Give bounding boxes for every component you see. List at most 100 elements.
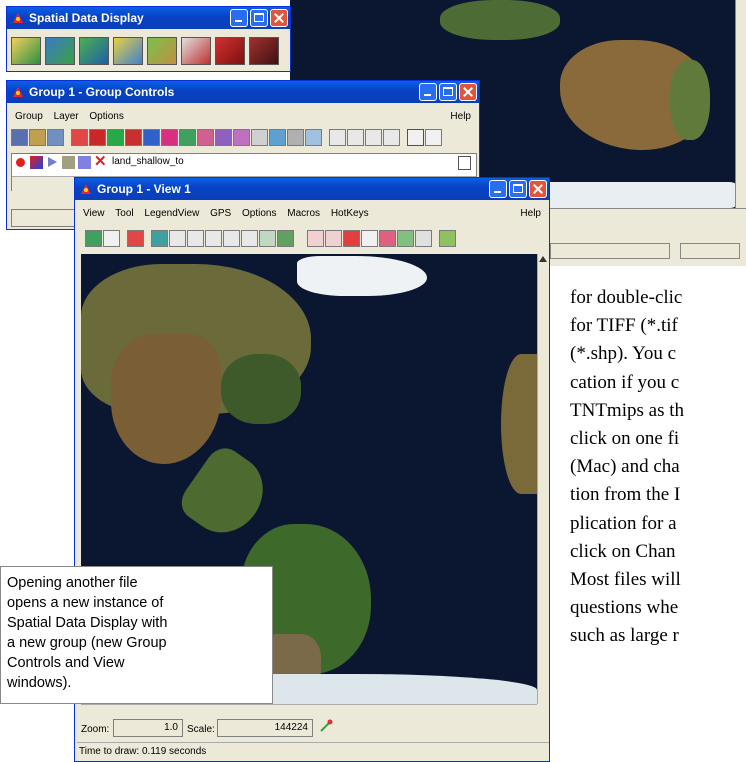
- menu-options[interactable]: Options: [242, 206, 276, 222]
- maximize-button[interactable]: [439, 83, 457, 101]
- add-layer-icon[interactable]: [127, 230, 144, 247]
- view-title-bar[interactable]: Group 1 - View 1: [75, 178, 549, 200]
- redraw-icon[interactable]: [425, 129, 442, 146]
- menu-tool[interactable]: Tool: [115, 206, 133, 222]
- zoom-box-icon[interactable]: [169, 230, 186, 247]
- redraw-icon[interactable]: [85, 230, 102, 247]
- zoom-field[interactable]: 1.0: [113, 719, 183, 737]
- raster-icon[interactable]: [89, 129, 106, 146]
- visibility-icon[interactable]: [16, 158, 25, 167]
- text-layer-icon[interactable]: [251, 129, 268, 146]
- stop-icon[interactable]: [407, 129, 424, 146]
- db-icon[interactable]: [233, 129, 250, 146]
- layer-down-icon[interactable]: [347, 129, 364, 146]
- locator-icon[interactable]: [277, 230, 294, 247]
- minimize-button[interactable]: [419, 83, 437, 101]
- zoom-1x-icon[interactable]: [223, 230, 240, 247]
- zoom-label: Zoom:: [81, 724, 110, 735]
- book-icon[interactable]: [215, 37, 245, 65]
- menu-view[interactable]: View: [83, 206, 105, 222]
- terrain-icon[interactable]: [45, 37, 75, 65]
- cad-icon[interactable]: [125, 129, 142, 146]
- legend-icon[interactable]: [305, 129, 322, 146]
- minimize-button[interactable]: [489, 180, 507, 198]
- map-grid-icon[interactable]: [269, 129, 286, 146]
- arrow-icon[interactable]: [48, 157, 57, 167]
- tin-icon[interactable]: [161, 129, 178, 146]
- fullview-icon[interactable]: [103, 230, 120, 247]
- greenland-landmass: [297, 256, 427, 296]
- layer-controls-icon[interactable]: [62, 156, 75, 169]
- map-layout-icon[interactable]: [113, 37, 143, 65]
- pan-icon[interactable]: [151, 230, 168, 247]
- minimize-button[interactable]: [230, 9, 248, 27]
- select-icon[interactable]: [361, 230, 378, 247]
- group-controls-menubar: Group Layer Options Help: [7, 109, 479, 125]
- menu-options[interactable]: Options: [89, 109, 123, 125]
- pinmap-icon[interactable]: [197, 129, 214, 146]
- menu-hotkeys[interactable]: HotKeys: [331, 206, 369, 222]
- menu-legendview[interactable]: LegendView: [144, 206, 199, 222]
- scale-field[interactable]: 144224: [217, 719, 313, 737]
- callout-box: Opening another file opens a new instanc…: [0, 566, 273, 704]
- zoom-out-icon[interactable]: [205, 230, 222, 247]
- body-line: plication for a: [570, 512, 677, 534]
- menu-gps[interactable]: GPS: [210, 206, 231, 222]
- layer-delete-icon[interactable]: [365, 129, 382, 146]
- properties-icon[interactable]: [47, 129, 64, 146]
- menu-layer[interactable]: Layer: [54, 109, 79, 125]
- tnt-app-icon: [11, 10, 25, 24]
- body-line: for double-clic: [570, 287, 683, 308]
- layer-up-icon[interactable]: [329, 129, 346, 146]
- close-button[interactable]: [459, 83, 477, 101]
- zoom-red-icon[interactable]: [307, 230, 324, 247]
- southeast-asia-islands: [440, 0, 560, 40]
- view-vertical-scrollbar[interactable]: [537, 254, 549, 704]
- open-icon[interactable]: [29, 129, 46, 146]
- body-line: (*.shp). You c: [570, 343, 677, 365]
- raster-layer-icon: [30, 156, 43, 169]
- grid-icon[interactable]: [215, 129, 232, 146]
- palm-tree-icon[interactable]: [147, 37, 177, 65]
- scroll-up-arrow[interactable]: [539, 256, 547, 262]
- scale-bar-icon[interactable]: [287, 129, 304, 146]
- menu-help[interactable]: Help: [450, 109, 471, 125]
- body-line: such as large r: [570, 625, 679, 647]
- gps-pin-icon[interactable]: [319, 719, 333, 733]
- zoom-out-red-icon[interactable]: [325, 230, 342, 247]
- layer-scroll-icon[interactable]: [458, 156, 471, 170]
- close-button[interactable]: [529, 180, 547, 198]
- view-horizontal-scrollbar[interactable]: [81, 704, 537, 717]
- layer-name[interactable]: land_shallow_to: [112, 156, 184, 167]
- spatial-title-bar[interactable]: Spatial Data Display: [7, 7, 290, 29]
- draw-time-status: Time to draw: 0.119 seconds: [79, 746, 207, 757]
- zoom-previous-icon[interactable]: [241, 230, 258, 247]
- maximize-button[interactable]: [250, 9, 268, 27]
- region-icon[interactable]: [179, 129, 196, 146]
- vector-icon[interactable]: [107, 129, 124, 146]
- menu-help[interactable]: Help: [520, 206, 541, 222]
- group-controls-title-bar[interactable]: Group 1 - Group Controls: [7, 81, 479, 103]
- print-icon[interactable]: [415, 230, 432, 247]
- 3d-view-icon[interactable]: [439, 230, 456, 247]
- close-button[interactable]: [270, 9, 288, 27]
- tree-icon[interactable]: [78, 156, 91, 169]
- menu-macros[interactable]: Macros: [287, 206, 320, 222]
- save-icon[interactable]: [11, 129, 28, 146]
- exit-door-icon[interactable]: [249, 37, 279, 65]
- zoom-layer-icon[interactable]: [383, 129, 400, 146]
- add-layer-icon[interactable]: [71, 129, 88, 146]
- shape-icon[interactable]: [143, 129, 160, 146]
- maximize-button[interactable]: [509, 180, 527, 198]
- north-america-west: [111, 334, 221, 464]
- display-layer-icon[interactable]: [11, 37, 41, 65]
- measure-icon[interactable]: [343, 230, 360, 247]
- 3d-surface-icon[interactable]: [79, 37, 109, 65]
- remove-layer-icon[interactable]: ✕: [94, 154, 107, 170]
- layout-icon[interactable]: [397, 230, 414, 247]
- sketch-icon[interactable]: [379, 230, 396, 247]
- menu-group[interactable]: Group: [15, 109, 43, 125]
- zoom-layer-icon[interactable]: [259, 230, 276, 247]
- zoom-in-icon[interactable]: [187, 230, 204, 247]
- tower-icon[interactable]: [181, 37, 211, 65]
